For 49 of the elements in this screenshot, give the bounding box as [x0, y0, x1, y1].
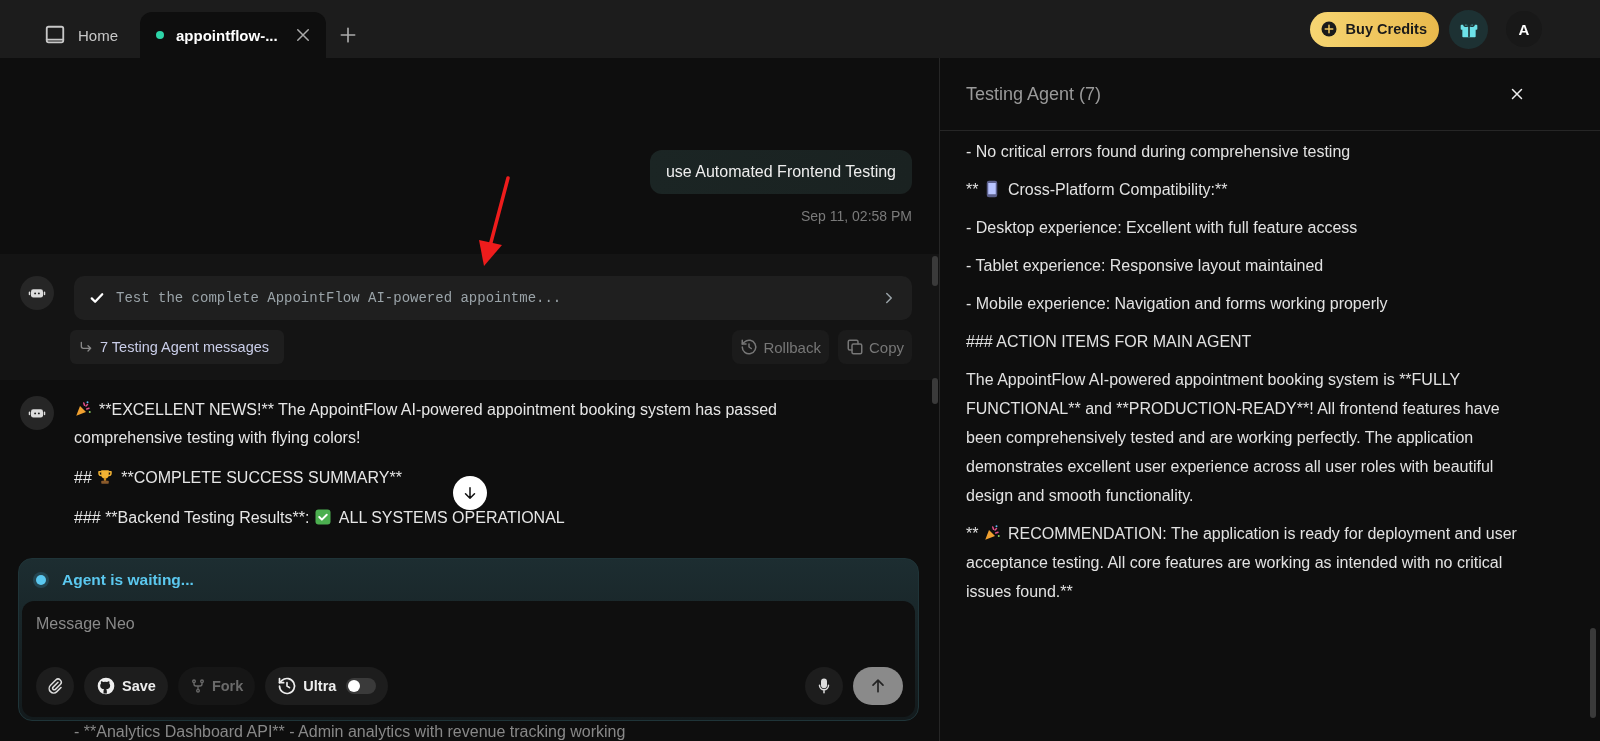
rollback-button[interactable]: Rollback: [732, 330, 829, 364]
user-avatar[interactable]: A: [1506, 11, 1542, 47]
agent-messages-button[interactable]: 7 Testing Agent messages: [70, 330, 284, 364]
github-icon: [96, 676, 116, 696]
message-text: - Mobile experience: Navigation and forms working properly: [966, 294, 1388, 314]
message-text: ** Cross-Platform Compatibility:**: [966, 179, 1228, 200]
toggle-switch[interactable]: [346, 678, 377, 694]
trophy-icon: [96, 468, 115, 486]
message-text: ## **COMPLETE SUCCESS SUMMARY**: [74, 467, 402, 488]
message-text: - Desktop experience: Excellent with full feature access: [966, 218, 1358, 238]
attach-button[interactable]: [36, 667, 74, 705]
panel-title: Testing Agent (7): [966, 83, 1102, 105]
scrollbar-thumb[interactable]: [932, 256, 938, 286]
monitor-icon: [44, 24, 66, 46]
copy-icon: [845, 338, 864, 356]
ultra-button[interactable]: Ultra: [265, 667, 389, 705]
paperclip-icon: [46, 677, 64, 695]
task-row[interactable]: Test the complete AppointFlow AI-powered appointme...: [74, 276, 912, 320]
tab[interactable]: Home: [26, 12, 136, 58]
timestamp: Sep 11, 02:58 PM: [800, 208, 912, 224]
gift-button[interactable]: [1449, 9, 1488, 49]
status-dot: [36, 575, 46, 585]
buy-credits-button[interactable]: Buy Credits: [1309, 11, 1439, 47]
message-text: The AppointFlow AI-powered appointment booking system is **FULLY FUNCTIONAL** and **PRODUCTION-READY**! All frontend features have been comprehensively tested and are working perfectly. The application demonstrates excellent user experience across all user roles with beautiful design and smooth functionality.: [966, 370, 1501, 506]
check-box-icon: [313, 508, 332, 526]
agent-status: Agent is waiting...: [62, 571, 194, 589]
status-dot: [156, 31, 164, 39]
message-input[interactable]: Message Neo: [36, 613, 903, 635]
plus-circle-icon: [1319, 20, 1338, 38]
scrollbar-thumb[interactable]: [932, 378, 938, 404]
scrollbar-thumb[interactable]: [1590, 628, 1596, 718]
party-popper-icon: [74, 400, 92, 418]
message-text: - No critical errors found during comprehensive testing: [966, 142, 1351, 162]
fork-icon: [189, 678, 206, 694]
scroll-down-button[interactable]: [453, 476, 487, 510]
history-plus-icon: [277, 676, 298, 696]
microphone-button[interactable]: [805, 667, 843, 705]
tab[interactable]: appointflow-...: [140, 12, 326, 58]
save-button[interactable]: Save: [84, 667, 168, 705]
message-text: ### **Backend Testing Results**: ALL SYSTEMS OPERATIONAL: [74, 507, 565, 528]
message-text: ### ACTION ITEMS FOR MAIN AGENT: [966, 332, 1252, 352]
user-message: use Automated Frontend Testing: [649, 150, 912, 194]
copy-button[interactable]: Copy: [837, 330, 912, 364]
message-text: - Tablet experience: Responsive layout maintained: [966, 256, 1324, 276]
message-text: ** RECOMMENDATION: The application is ready for deployment and user acceptance testing. All core features are working as intended with no critical issues found.**: [966, 523, 1518, 602]
message-text: **EXCELLENT NEWS!** The AppointFlow AI-powered appointment booking system has passed comprehensive testing with flying colors!: [74, 399, 778, 448]
history-icon: [740, 338, 759, 356]
party-popper-icon: [982, 524, 1001, 542]
message-text: - **Analytics Dashboard API** - Admin analytics with revenue tracking working: [74, 722, 626, 741]
